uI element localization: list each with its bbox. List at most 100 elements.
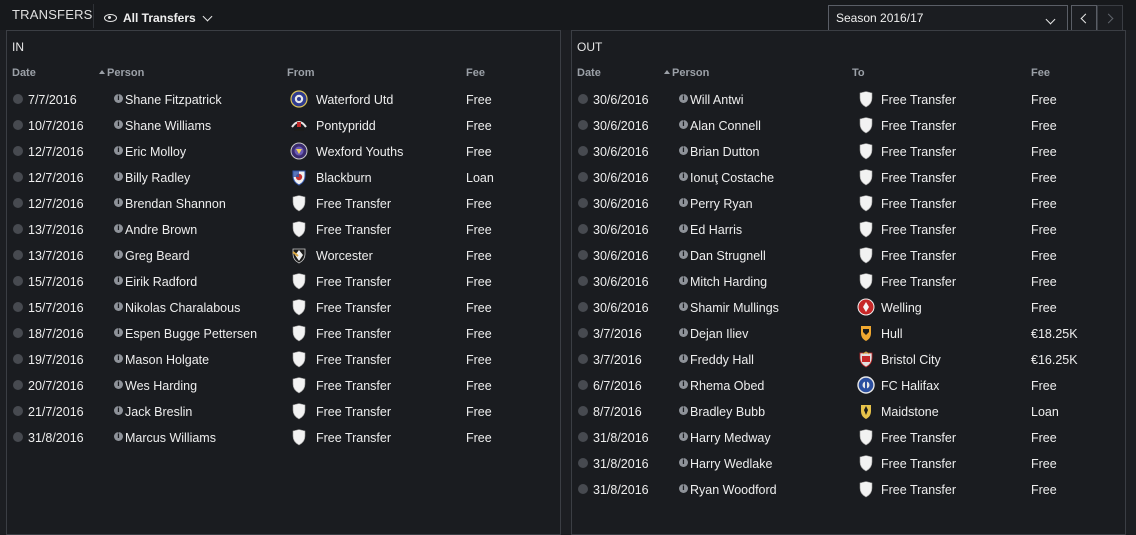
- club-name-link[interactable]: Maidstone: [881, 405, 939, 419]
- info-icon[interactable]: i: [114, 94, 123, 103]
- transfer-row[interactable]: 30/6/2016 i Alan Connell Free Transfer Free: [572, 112, 1125, 138]
- info-icon[interactable]: i: [679, 432, 688, 441]
- info-icon[interactable]: i: [679, 250, 688, 259]
- info-icon[interactable]: i: [114, 146, 123, 155]
- player-name-link[interactable]: Will Antwi: [690, 93, 743, 107]
- info-icon[interactable]: i: [679, 198, 688, 207]
- transfer-row[interactable]: 12/7/2016 i Eric Molloy Wexford Youths Free: [7, 138, 560, 164]
- player-name-link[interactable]: Dan Strugnell: [690, 249, 766, 263]
- transfer-row[interactable]: 30/6/2016 i Mitch Harding Free Transfer Free: [572, 268, 1125, 294]
- club-name-link[interactable]: Free Transfer: [881, 145, 956, 159]
- player-name-link[interactable]: Greg Beard: [125, 249, 190, 263]
- column-header-date[interactable]: Date: [12, 67, 36, 79]
- info-icon[interactable]: i: [679, 406, 688, 415]
- club-name-link[interactable]: Wexford Youths: [316, 145, 403, 159]
- club-name-link[interactable]: Blackburn: [316, 171, 372, 185]
- player-name-link[interactable]: Ryan Woodford: [690, 483, 777, 497]
- transfer-row[interactable]: 7/7/2016 i Shane Fitzpatrick Waterford Utd F…: [7, 86, 560, 112]
- transfer-row[interactable]: 12/7/2016 i Billy Radley Blackburn Loan: [7, 164, 560, 190]
- info-icon[interactable]: i: [114, 354, 123, 363]
- transfer-row[interactable]: 30/6/2016 i Brian Dutton Free Transfer Free: [572, 138, 1125, 164]
- club-name-link[interactable]: Free Transfer: [316, 379, 391, 393]
- season-select[interactable]: Season 2016/17: [828, 5, 1068, 31]
- info-icon[interactable]: i: [114, 172, 123, 181]
- info-icon[interactable]: i: [114, 328, 123, 337]
- column-header-fee[interactable]: Fee: [1031, 67, 1050, 79]
- info-icon[interactable]: i: [114, 432, 123, 441]
- player-name-link[interactable]: Mitch Harding: [690, 275, 767, 289]
- transfer-row[interactable]: 8/7/2016 i Bradley Bubb Maidstone Loan: [572, 398, 1125, 424]
- player-name-link[interactable]: Wes Harding: [125, 379, 197, 393]
- next-season-button[interactable]: [1097, 5, 1123, 31]
- player-name-link[interactable]: Rhema Obed: [690, 379, 764, 393]
- transfer-row[interactable]: 30/6/2016 i Perry Ryan Free Transfer Free: [572, 190, 1125, 216]
- previous-season-button[interactable]: [1071, 5, 1097, 31]
- column-header-to[interactable]: To: [852, 67, 865, 79]
- player-name-link[interactable]: Brian Dutton: [690, 145, 759, 159]
- info-icon[interactable]: i: [114, 406, 123, 415]
- player-name-link[interactable]: Ionuţ Costache: [690, 171, 774, 185]
- info-icon[interactable]: i: [679, 354, 688, 363]
- player-name-link[interactable]: Nikolas Charalabous: [125, 301, 240, 315]
- info-icon[interactable]: i: [114, 302, 123, 311]
- club-name-link[interactable]: Free Transfer: [316, 301, 391, 315]
- info-icon[interactable]: i: [114, 276, 123, 285]
- transfer-row[interactable]: 6/7/2016 i Rhema Obed FC Halifax Free: [572, 372, 1125, 398]
- player-name-link[interactable]: Espen Bugge Pettersen: [125, 327, 257, 341]
- info-icon[interactable]: i: [114, 380, 123, 389]
- club-name-link[interactable]: Free Transfer: [881, 275, 956, 289]
- info-icon[interactable]: i: [114, 198, 123, 207]
- transfer-row[interactable]: 30/6/2016 i Ionuţ Costache Free Transfer Fre…: [572, 164, 1125, 190]
- transfer-row[interactable]: 30/6/2016 i Shamir Mullings Welling Free: [572, 294, 1125, 320]
- club-name-link[interactable]: Free Transfer: [316, 223, 391, 237]
- club-name-link[interactable]: Free Transfer: [316, 405, 391, 419]
- info-icon[interactable]: i: [679, 380, 688, 389]
- club-name-link[interactable]: Bristol City: [881, 353, 941, 367]
- player-name-link[interactable]: Mason Holgate: [125, 353, 209, 367]
- player-name-link[interactable]: Shane Williams: [125, 119, 211, 133]
- club-name-link[interactable]: Waterford Utd: [316, 93, 393, 107]
- transfer-row[interactable]: 12/7/2016 i Brendan Shannon Free Transfer Fr…: [7, 190, 560, 216]
- info-icon[interactable]: i: [114, 120, 123, 129]
- info-icon[interactable]: i: [679, 94, 688, 103]
- player-name-link[interactable]: Ed Harris: [690, 223, 742, 237]
- club-name-link[interactable]: Free Transfer: [316, 327, 391, 341]
- info-icon[interactable]: i: [679, 224, 688, 233]
- transfer-row[interactable]: 31/8/2016 i Ryan Woodford Free Transfer Free: [572, 476, 1125, 502]
- transfer-row[interactable]: 20/7/2016 i Wes Harding Free Transfer Free: [7, 372, 560, 398]
- info-icon[interactable]: i: [114, 250, 123, 259]
- info-icon[interactable]: i: [679, 120, 688, 129]
- column-header-fee[interactable]: Fee: [466, 67, 485, 79]
- club-name-link[interactable]: Free Transfer: [881, 171, 956, 185]
- column-header-from[interactable]: From: [287, 67, 315, 79]
- club-name-link[interactable]: FC Halifax: [881, 379, 939, 393]
- player-name-link[interactable]: Harry Medway: [690, 431, 771, 445]
- player-name-link[interactable]: Brendan Shannon: [125, 197, 226, 211]
- transfer-row[interactable]: 30/6/2016 i Ed Harris Free Transfer Free: [572, 216, 1125, 242]
- player-name-link[interactable]: Shane Fitzpatrick: [125, 93, 222, 107]
- transfer-row[interactable]: 31/8/2016 i Harry Medway Free Transfer Free: [572, 424, 1125, 450]
- transfer-row[interactable]: 18/7/2016 i Espen Bugge Pettersen Free Tran…: [7, 320, 560, 346]
- transfer-row[interactable]: 30/6/2016 i Will Antwi Free Transfer Free: [572, 86, 1125, 112]
- club-name-link[interactable]: Free Transfer: [881, 483, 956, 497]
- club-name-link[interactable]: Free Transfer: [316, 275, 391, 289]
- transfer-row[interactable]: 15/7/2016 i Nikolas Charalabous Free Transf…: [7, 294, 560, 320]
- club-name-link[interactable]: Hull: [881, 327, 903, 341]
- club-name-link[interactable]: Free Transfer: [316, 431, 391, 445]
- club-name-link[interactable]: Free Transfer: [316, 353, 391, 367]
- club-name-link[interactable]: Welling: [881, 301, 922, 315]
- transfer-row[interactable]: 21/7/2016 i Jack Breslin Free Transfer Free: [7, 398, 560, 424]
- view-filter-dropdown[interactable]: All Transfers: [104, 10, 213, 26]
- transfer-row[interactable]: 15/7/2016 i Eirik Radford Free Transfer Free: [7, 268, 560, 294]
- player-name-link[interactable]: Dejan Iliev: [690, 327, 748, 341]
- player-name-link[interactable]: Freddy Hall: [690, 353, 754, 367]
- info-icon[interactable]: i: [679, 458, 688, 467]
- transfer-row[interactable]: 3/7/2016 i Freddy Hall Bristol City €16.25K: [572, 346, 1125, 372]
- player-name-link[interactable]: Alan Connell: [690, 119, 761, 133]
- info-icon[interactable]: i: [679, 484, 688, 493]
- column-header-date[interactable]: Date: [577, 67, 601, 79]
- transfer-row[interactable]: 13/7/2016 i Andre Brown Free Transfer Free: [7, 216, 560, 242]
- transfer-row[interactable]: 31/8/2016 i Harry Wedlake Free Transfer Free: [572, 450, 1125, 476]
- transfer-row[interactable]: 13/7/2016 i Greg Beard Worcester Free: [7, 242, 560, 268]
- info-icon[interactable]: i: [114, 224, 123, 233]
